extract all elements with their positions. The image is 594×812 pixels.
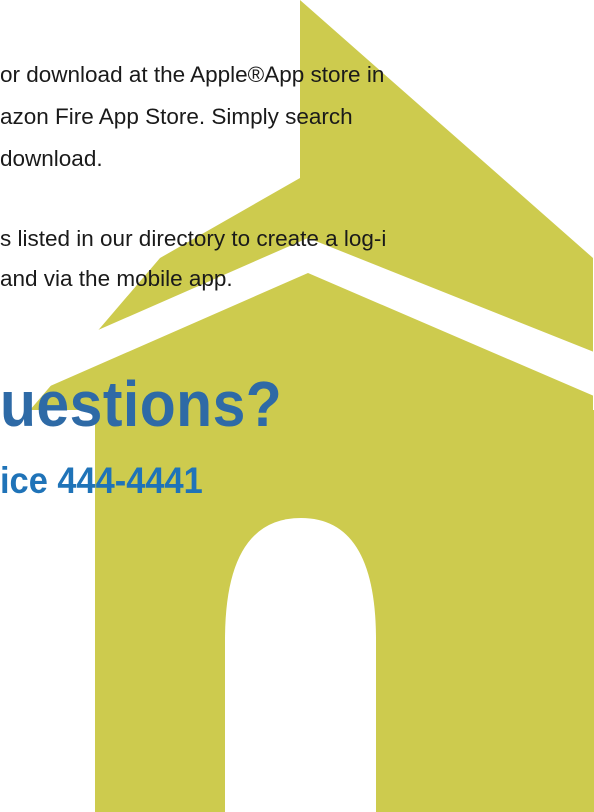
paragraph2-line-2: and via the mobile app. [0,266,233,291]
arched-doorway [225,518,376,812]
paragraph1-line-1: or download at the Apple®App store in [0,62,385,87]
paragraph1-line-2: azon Fire App Store. Simply search [0,104,353,129]
paragraph2-line-1: s listed in our directory to create a lo… [0,226,387,251]
questions-heading: uestions? [0,368,283,440]
page: or download at the Apple®App store in az… [0,0,594,812]
paragraph1-line-3: download. [0,146,103,171]
office-phone-line: ice 444-4441 [0,460,203,501]
